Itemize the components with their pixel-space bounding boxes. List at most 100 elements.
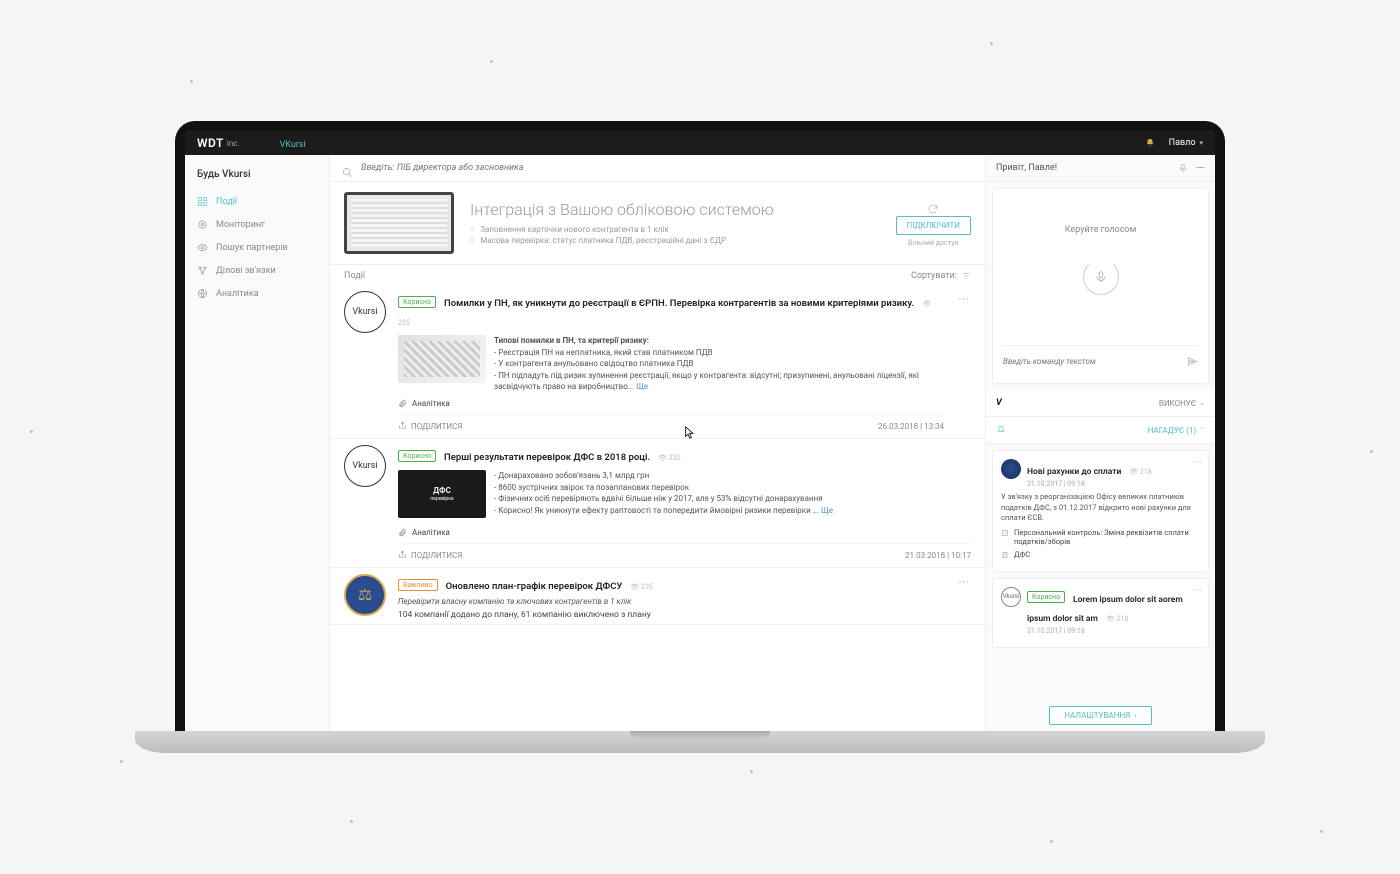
post-title[interactable]: Оновлено план-графік перевірок ДФСУ: [446, 581, 623, 592]
paperclip-icon: [398, 528, 407, 537]
notif-meta: ДФС: [1001, 550, 1200, 559]
chevron-down-icon: ⌄: [1199, 399, 1205, 407]
settings-button[interactable]: НАЛАШТУВАННЯ ›: [1049, 706, 1151, 725]
greeting: Привіт, Павле!: [996, 163, 1057, 173]
feed-title: Події: [344, 271, 365, 281]
promo-bullet: Заповнення карточки нового контрагента в…: [470, 225, 880, 234]
notif-date: 31.10.2017 | 09:18: [1027, 480, 1200, 488]
network-icon: [197, 265, 208, 276]
globe-icon: [197, 288, 208, 299]
grid-icon: [197, 196, 208, 207]
top-nav: VKursi: [280, 134, 306, 152]
feed-header: Події Сортувати:: [330, 265, 985, 285]
sort-control[interactable]: Сортувати:: [911, 271, 971, 281]
topbar: WDT inc. VKursi Павло ▾: [185, 131, 1215, 155]
notif-avatar: Vkursi: [1001, 587, 1021, 607]
avatar-badge[interactable]: [344, 574, 386, 616]
sidebar-item-connections[interactable]: Ділові зв'язки: [185, 259, 329, 282]
timestamp: 21.03.2018 | 10:17: [905, 551, 971, 560]
notif-more-icon[interactable]: ⋯: [1192, 585, 1202, 596]
post: Важливо Оновлено план-графік перевірок Д…: [330, 568, 985, 625]
timestamp: 26.03.2018 | 13:34: [878, 422, 944, 431]
notification-list: ⋯ Нові рахунки до сплати 218 31.10.2017 …: [986, 444, 1215, 700]
status-row-reminds[interactable]: НАГАДУЄ (1)⌃: [986, 417, 1215, 444]
command-input[interactable]: [1003, 357, 1181, 366]
search-icon: [342, 163, 353, 174]
views-count: 235: [658, 454, 680, 462]
notif-date: 31.10.2017 | 09:18: [1027, 627, 1200, 635]
promo-banner: Інтеграція з Вашою обліковою системою За…: [330, 182, 985, 265]
views-count: 218: [1106, 615, 1128, 623]
target-icon: [197, 219, 208, 230]
avatar[interactable]: Vkursi: [344, 445, 386, 487]
avatar[interactable]: Vkursi: [344, 291, 386, 333]
attachment[interactable]: Аналітика: [398, 399, 944, 408]
post: Vkursi Корисно Перші результати перевіро…: [330, 439, 985, 568]
brand: WDT: [197, 136, 224, 150]
eye-icon: [197, 242, 208, 253]
bell-icon[interactable]: [1145, 138, 1155, 148]
chevron-down-icon: ▾: [1199, 139, 1203, 147]
brand-sub: inc.: [227, 139, 240, 148]
free-access-label: Вільний доступ: [908, 239, 958, 247]
sidebar-item-events[interactable]: Події: [185, 190, 329, 213]
laptop-base: [135, 731, 1265, 753]
filter-icon: [961, 271, 971, 281]
sidebar: Будь Vkursi Події Моніторинг Пошук партн…: [185, 155, 330, 731]
sidebar-item-monitoring[interactable]: Моніторинг: [185, 213, 329, 236]
post-line: 104 компанії додано до плану, 61 компані…: [398, 610, 944, 620]
laptop-mockup: WDT inc. VKursi Павло ▾ Будь Vkursi Поді…: [175, 121, 1225, 753]
notification[interactable]: ⋯ Vkursi Корисно Lorem ipsum dolor sit a…: [992, 578, 1209, 648]
right-panel: Привіт, Павле! — Керуйте голосом V ВИКОН…: [985, 155, 1215, 731]
search-input[interactable]: [361, 159, 973, 177]
bell-outline-icon: [996, 425, 1006, 435]
more-link[interactable]: Ще: [821, 506, 833, 515]
main: Інтеграція з Вашою обліковою системою За…: [330, 155, 985, 731]
minimize-icon[interactable]: —: [1196, 161, 1205, 175]
post-thumbnail: ДФС перевірка: [398, 470, 486, 518]
sidebar-label: Аналітика: [216, 289, 259, 299]
post-title[interactable]: Перші результати перевірок ДФС в 2018 ро…: [444, 452, 650, 463]
send-icon[interactable]: [1187, 352, 1198, 371]
voice-control: Керуйте голосом: [992, 188, 1209, 384]
user-menu[interactable]: Павло ▾: [1169, 138, 1203, 148]
post-more-menu[interactable]: ⋯: [956, 291, 971, 438]
post-more-menu[interactable]: ⋯: [956, 574, 971, 624]
sidebar-label: Моніторинг: [216, 220, 265, 230]
post-title[interactable]: Помилки у ПН, як уникнути до реєстрації …: [444, 298, 914, 309]
tag-useful: Корисно: [1027, 591, 1065, 603]
share-icon: [398, 421, 407, 432]
notif-meta: Персональний контроль: Зміна реквізитів …: [1001, 528, 1200, 546]
notif-avatar: [1001, 459, 1021, 479]
paperclip-icon: [398, 399, 407, 408]
sidebar-label: Події: [216, 197, 237, 207]
sidebar-item-analytics[interactable]: Аналітика: [185, 282, 329, 305]
sidebar-item-search-partners[interactable]: Пошук партнерів: [185, 236, 329, 259]
mic-button[interactable]: [1083, 259, 1119, 295]
notif-title: Нові рахунки до сплати: [1027, 467, 1121, 477]
views-count: 235: [630, 583, 652, 591]
refresh-icon[interactable]: [927, 200, 939, 212]
notification[interactable]: ⋯ Нові рахунки до сплати 218 31.10.2017 …: [992, 450, 1209, 572]
mic-icon[interactable]: [1178, 163, 1188, 173]
share-button[interactable]: ПОДІЛИТИСЯ: [398, 550, 462, 561]
share-button[interactable]: ПОДІЛИТИСЯ: [398, 421, 462, 432]
tag-useful: Корисно: [398, 296, 436, 308]
status-row-executes[interactable]: V ВИКОНУЄ⌄: [986, 390, 1215, 417]
tag-useful: Корисно: [398, 450, 436, 462]
sidebar-label: Ділові зв'язки: [216, 266, 276, 276]
notif-more-icon[interactable]: ⋯: [1192, 457, 1202, 468]
connect-button[interactable]: ПІДКЛЮЧИТИ: [896, 216, 972, 235]
post-content: ДФС перевірка - Донараховано зобов'язань…: [398, 470, 971, 522]
promo-title: Інтеграція з Вашою обліковою системою: [470, 200, 880, 219]
attachment[interactable]: Аналітика: [398, 528, 971, 537]
post-thumbnail: [398, 335, 486, 383]
control-icon: [1001, 529, 1009, 537]
tag-important: Важливо: [398, 579, 438, 591]
post-content: Типові помилки в ПН, та критерії ризику:…: [398, 335, 944, 393]
user-name: Павло: [1169, 138, 1196, 148]
more-link[interactable]: Ще: [636, 382, 648, 391]
sidebar-title: Будь Vkursi: [185, 165, 329, 190]
share-icon: [398, 550, 407, 561]
voice-hint: Керуйте голосом: [1003, 225, 1198, 235]
